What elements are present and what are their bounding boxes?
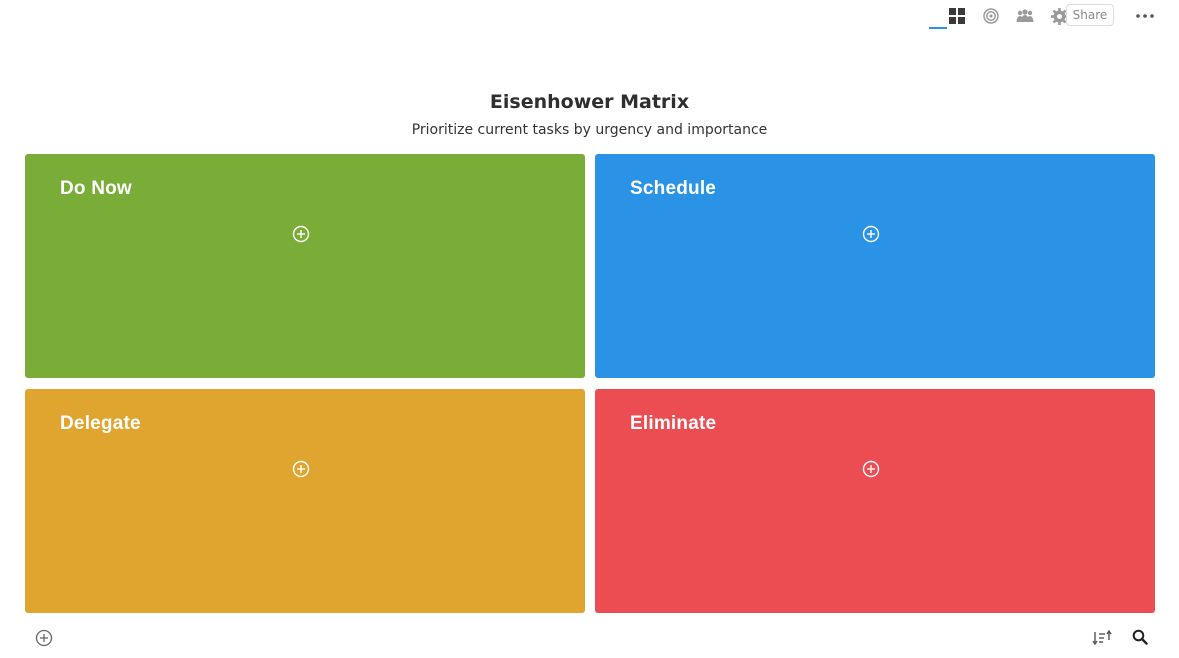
page-subtitle: Prioritize current tasks by urgency and … — [411, 122, 768, 138]
more-icon — [1136, 14, 1154, 18]
quadrant-title: Schedule — [630, 178, 717, 199]
people-button[interactable] — [1015, 6, 1035, 26]
quadrant-do-now: Do Now — [25, 154, 585, 378]
add-quadrant-button[interactable] — [35, 629, 53, 647]
active-view-indicator — [929, 27, 947, 29]
grid-view-button[interactable] — [948, 6, 966, 26]
add-circle-icon — [862, 460, 880, 478]
target-button[interactable] — [982, 6, 1000, 26]
add-item-button[interactable] — [862, 225, 880, 243]
search-button[interactable] — [1132, 629, 1150, 647]
search-icon — [1132, 629, 1148, 645]
gear-icon — [1050, 7, 1068, 25]
quadrant-schedule: Schedule — [595, 154, 1155, 378]
board-header: Eisenhower Matrix Prioritize current tas… — [0, 88, 1179, 140]
more-options-button[interactable] — [1134, 6, 1156, 26]
quadrant-title: Eliminate — [630, 413, 717, 434]
add-item-button[interactable] — [292, 225, 310, 243]
grid-view-icon — [949, 8, 965, 24]
add-icon — [35, 629, 53, 647]
quadrant-title: Do Now — [60, 178, 132, 199]
add-item-button[interactable] — [292, 460, 310, 478]
sort-icon — [1092, 629, 1112, 646]
quadrant-delegate: Delegate — [25, 389, 585, 613]
quadrant-eliminate: Eliminate — [595, 389, 1155, 613]
top-toolbar: Share — [879, 0, 1179, 36]
add-item-button[interactable] — [862, 460, 880, 478]
quadrant-title: Delegate — [60, 413, 141, 434]
page-title: Eisenhower Matrix — [489, 91, 690, 113]
add-circle-icon — [862, 225, 880, 243]
people-icon — [1016, 9, 1034, 22]
target-icon — [983, 8, 999, 24]
add-circle-icon — [292, 460, 310, 478]
add-circle-icon — [292, 225, 310, 243]
sort-button[interactable] — [1092, 629, 1112, 647]
share-button[interactable]: Share — [1066, 4, 1114, 26]
